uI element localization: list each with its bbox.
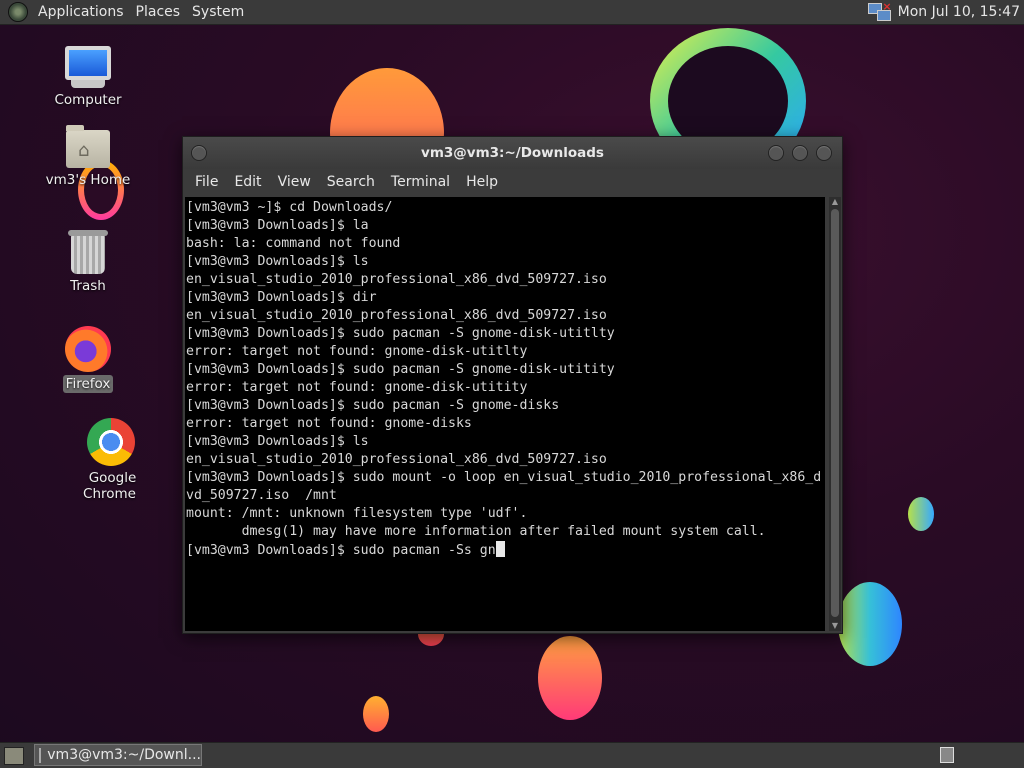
show-desktop-icon[interactable]	[4, 747, 24, 765]
terminal-line: [vm3@vm3 Downloads]$ sudo pacman -S gnom…	[186, 362, 615, 377]
terminal-text: [vm3@vm3 ~]$ cd Downloads/ [vm3@vm3 Down…	[185, 197, 825, 560]
terminal-line: [vm3@vm3 Downloads]$ sudo pacman -S gnom…	[186, 398, 560, 413]
menu-search[interactable]: Search	[319, 174, 383, 190]
wallpaper-shape	[538, 636, 602, 720]
desktop-icon-label: Computer	[54, 92, 122, 108]
menu-view[interactable]: View	[270, 174, 319, 190]
terminal-line: en_visual_studio_2010_professional_x86_d…	[186, 272, 607, 287]
applications-menu[interactable]: Applications	[32, 0, 130, 24]
terminal-line: bash: la: command not found	[186, 236, 401, 251]
menu-terminal[interactable]: Terminal	[383, 174, 458, 190]
terminal-window[interactable]: vm3@vm3:~/Downloads File Edit View Searc…	[182, 136, 843, 634]
terminal-line: error: target not found: gnome-disks	[186, 416, 472, 431]
terminal-line: en_visual_studio_2010_professional_x86_d…	[186, 308, 607, 323]
taskbar-window-label: vm3@vm3:~/Downl...	[47, 747, 201, 763]
menu-file[interactable]: File	[187, 174, 226, 190]
terminal-line: vd_509727.iso /mnt	[186, 488, 337, 503]
terminal-icon	[39, 747, 42, 763]
scroll-up-arrow-icon[interactable]: ▲	[829, 197, 841, 207]
network-disconnected-icon[interactable]: ×	[867, 0, 892, 21]
desktop-icon-firefox[interactable]: Firefox	[38, 326, 138, 393]
places-menu[interactable]: Places	[130, 0, 187, 24]
terminal-line: [vm3@vm3 Downloads]$ sudo mount -o loop …	[186, 470, 822, 485]
terminal-scrollbar[interactable]: ▲ ▼	[829, 197, 841, 631]
terminal-output[interactable]: [vm3@vm3 ~]$ cd Downloads/ [vm3@vm3 Down…	[185, 197, 825, 631]
terminal-line: [vm3@vm3 Downloads]$ la	[186, 218, 369, 233]
desktop-icon-computer[interactable]: Computer	[38, 46, 138, 108]
home-folder-icon: ⌂	[38, 125, 138, 168]
terminal-line: [vm3@vm3 ~]$ cd Downloads/	[186, 200, 393, 215]
terminal-menubar: File Edit View Search Terminal Help	[183, 169, 842, 195]
terminal-line: error: target not found: gnome-disk-utit…	[186, 344, 528, 359]
terminal-line: en_visual_studio_2010_professional_x86_d…	[186, 452, 607, 467]
menu-help[interactable]: Help	[458, 174, 506, 190]
scrollbar-thumb[interactable]	[831, 209, 839, 617]
chrome-icon	[60, 418, 162, 466]
desktop-icon-trash[interactable]: Trash	[38, 230, 138, 294]
terminal-line: mount: /mnt: unknown filesystem type 'ud…	[186, 506, 528, 521]
system-menu[interactable]: System	[186, 0, 250, 24]
close-button[interactable]	[816, 145, 832, 161]
computer-icon	[38, 46, 138, 88]
wallpaper-shape	[838, 582, 902, 666]
window-menu-button[interactable]	[191, 145, 207, 161]
desktop-icon-chrome[interactable]: Google Chrome	[60, 418, 162, 502]
wallpaper-shape	[908, 497, 934, 531]
clock[interactable]: Mon Jul 10, 15:47	[898, 4, 1020, 20]
desktop-icon-label: Trash	[70, 278, 106, 294]
maximize-button[interactable]	[792, 145, 808, 161]
window-titlebar[interactable]: vm3@vm3:~/Downloads	[183, 137, 842, 169]
bottom-panel: vm3@vm3:~/Downl...	[0, 742, 1024, 768]
desktop-icon-label: vm3's Home	[45, 172, 131, 188]
minimize-button[interactable]	[768, 145, 784, 161]
workspace-switcher[interactable]	[940, 747, 954, 763]
wallpaper-shape	[363, 696, 389, 732]
terminal-prompt-input[interactable]: [vm3@vm3 Downloads]$ sudo pacman -Ss gn	[186, 543, 496, 558]
trash-icon	[38, 230, 138, 274]
firefox-icon	[38, 326, 138, 372]
text-cursor	[495, 541, 505, 557]
terminal-line: dmesg(1) may have more information after…	[186, 524, 766, 539]
terminal-line: [vm3@vm3 Downloads]$ sudo pacman -S gnom…	[186, 326, 615, 341]
desktop-icon-home[interactable]: ⌂ vm3's Home	[38, 125, 138, 188]
desktop-icon-label: Google Chrome	[83, 470, 137, 502]
terminal-line: [vm3@vm3 Downloads]$ dir	[186, 290, 377, 305]
taskbar-window-button[interactable]: vm3@vm3:~/Downl...	[34, 744, 202, 766]
terminal-line: [vm3@vm3 Downloads]$ ls	[186, 254, 369, 269]
terminal-line: [vm3@vm3 Downloads]$ ls	[186, 434, 369, 449]
distro-logo-icon[interactable]	[8, 2, 28, 22]
scroll-down-arrow-icon[interactable]: ▼	[829, 621, 841, 631]
menu-edit[interactable]: Edit	[226, 174, 269, 190]
window-title: vm3@vm3:~/Downloads	[421, 145, 604, 161]
terminal-line: error: target not found: gnome-disk-utit…	[186, 380, 528, 395]
desktop-icon-label: Firefox	[62, 375, 114, 393]
top-panel: Applications Places System × Mon Jul 10,…	[0, 0, 1024, 25]
